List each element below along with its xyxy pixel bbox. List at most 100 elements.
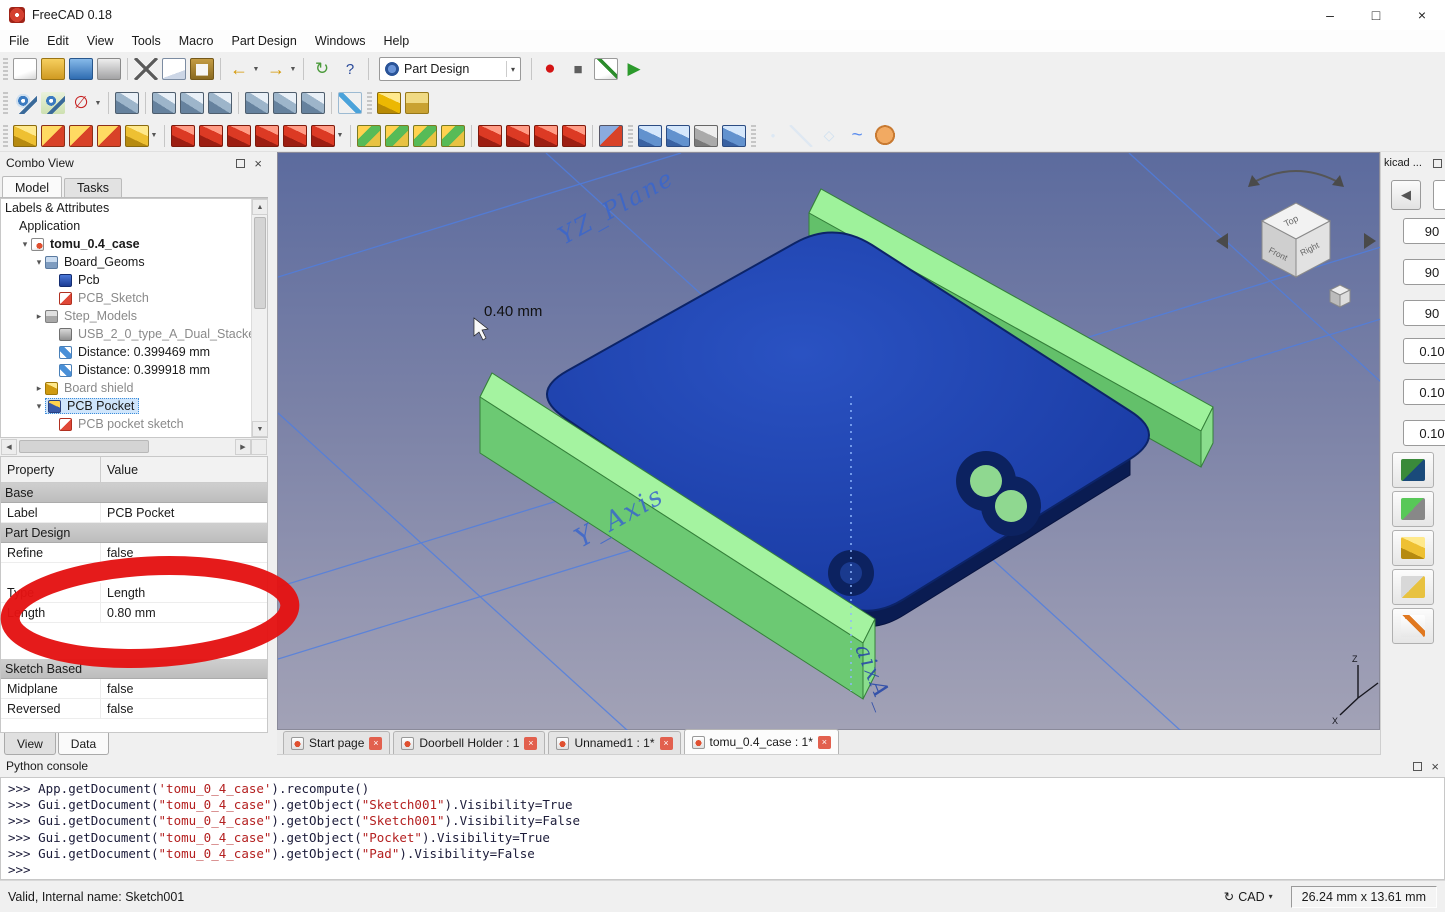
menu-part-design[interactable]: Part Design xyxy=(223,30,306,52)
minimize-button[interactable]: – xyxy=(1307,0,1353,30)
scroll-down-icon[interactable]: ▼ xyxy=(252,421,268,437)
whats-this-button[interactable]: ? xyxy=(338,58,362,80)
macro-stop-button[interactable]: ■ xyxy=(566,58,590,80)
property-group-part-design[interactable]: Part Design xyxy=(1,523,267,543)
tab-model[interactable]: Model xyxy=(2,176,62,197)
scroll-left-icon[interactable]: ◀ xyxy=(1,439,17,455)
measure-distance-button[interactable] xyxy=(338,92,362,114)
property-row-midplane[interactable]: Midplanefalse xyxy=(1,679,267,699)
boolean-operation-button[interactable] xyxy=(599,125,623,147)
polar-pattern-button[interactable] xyxy=(413,125,437,147)
tab-tasks[interactable]: Tasks xyxy=(64,178,122,197)
expander-open-icon[interactable]: ▾ xyxy=(33,401,45,412)
menu-macro[interactable]: Macro xyxy=(170,30,223,52)
undo-button[interactable]: ← xyxy=(227,58,251,80)
doc-tab-tomu-0-4-case-1[interactable]: tomu_0.4_case : 1*× xyxy=(684,729,839,754)
menu-file[interactable]: File xyxy=(0,30,38,52)
tree-item-tomu-0-4-case[interactable]: ▾tomu_0.4_case xyxy=(1,235,267,253)
doc-tab-start-page[interactable]: Start page× xyxy=(283,731,390,754)
chamfer-button[interactable] xyxy=(506,125,530,147)
float-panel-icon[interactable] xyxy=(1433,159,1442,168)
scroll-up-icon[interactable]: ▲ xyxy=(252,199,268,215)
rotate-angle-button-3[interactable]: 90 xyxy=(1403,300,1445,326)
macro-record-button[interactable]: ● xyxy=(538,58,562,80)
thickness-button[interactable] xyxy=(562,125,586,147)
tree-vertical-scrollbar[interactable]: ▲ ▼ xyxy=(251,199,267,437)
doc-tab-unnamed1-1[interactable]: Unnamed1 : 1*× xyxy=(548,731,680,754)
view-front-button[interactable] xyxy=(152,92,176,114)
copy-button[interactable] xyxy=(162,58,186,80)
tree-item-application[interactable]: Application xyxy=(1,217,267,235)
offset-step-field-1[interactable]: 0.10 xyxy=(1403,338,1445,364)
3d-viewport[interactable]: YZ_Plane Y_Axis aixA_ 0.40 mm Top Front … xyxy=(277,152,1380,730)
cut-button[interactable] xyxy=(134,58,158,80)
rotate-angle-button-1[interactable]: 90 xyxy=(1403,218,1445,244)
draw-style-dropdown[interactable]: ▼ xyxy=(92,92,104,114)
view-top-button[interactable] xyxy=(180,92,204,114)
scroll-right-icon[interactable]: ▶ xyxy=(235,439,251,455)
shape-binder-button[interactable] xyxy=(722,125,746,147)
pocket-button[interactable] xyxy=(171,125,195,147)
print-document-button[interactable] xyxy=(97,58,121,80)
property-group-sketch-based[interactable]: Sketch Based xyxy=(1,659,267,679)
edit-sketch-button[interactable] xyxy=(69,125,93,147)
close-panel-icon[interactable]: × xyxy=(254,157,262,170)
pad-button[interactable] xyxy=(125,125,149,147)
float-panel-icon[interactable] xyxy=(236,159,245,168)
forward-button[interactable] xyxy=(1433,180,1445,210)
view-axonometric-button[interactable] xyxy=(115,92,139,114)
scrollbar-thumb[interactable] xyxy=(254,217,266,309)
rotate-angle-button-2[interactable]: 90 xyxy=(1403,259,1445,285)
doc-tab-close-icon[interactable]: × xyxy=(660,737,673,750)
nav-mini-cube[interactable] xyxy=(1330,285,1350,307)
multi-transform-button[interactable] xyxy=(441,125,465,147)
sync-board-tool-button[interactable] xyxy=(1392,452,1434,488)
nav-arrow-left-icon[interactable] xyxy=(1216,233,1228,249)
tree-item-distance-0-399918-mm[interactable]: Distance: 0.399918 mm xyxy=(1,361,267,379)
offset-step-field-3[interactable]: 0.10 xyxy=(1403,420,1445,446)
tab-data[interactable]: Data xyxy=(58,733,109,755)
workbench-selector[interactable]: Part Design▾ xyxy=(379,57,521,81)
undo-dropdown[interactable]: ▼ xyxy=(250,58,262,80)
mirrored-button[interactable] xyxy=(357,125,381,147)
redo-button[interactable]: → xyxy=(264,58,288,80)
tree-item-pcb-pocket-sketch[interactable]: PCB pocket sketch xyxy=(1,415,267,433)
doc-tab-doorbell-holder-1[interactable]: Doorbell Holder : 1× xyxy=(393,731,545,754)
back-button[interactable]: ◀ xyxy=(1391,180,1421,210)
expander-closed-icon[interactable]: ▸ xyxy=(33,383,45,394)
linear-pattern-button[interactable] xyxy=(385,125,409,147)
tree-item-step-models[interactable]: ▸Step_Models xyxy=(1,307,267,325)
tree-item-pcb-sketch[interactable]: PCB_Sketch xyxy=(1,289,267,307)
datum-point-button[interactable] xyxy=(694,125,718,147)
menu-view[interactable]: View xyxy=(78,30,123,52)
draft-button[interactable] xyxy=(534,125,558,147)
property-group-base[interactable]: Base xyxy=(1,483,267,503)
sketch-bspline-button[interactable]: ~ xyxy=(845,125,869,147)
property-row-length[interactable]: Length0.80 mm xyxy=(1,603,267,623)
open-document-button[interactable] xyxy=(41,58,65,80)
sketch-point-button[interactable]: ● xyxy=(761,125,785,147)
tree-item-board-geoms[interactable]: ▾Board_Geoms xyxy=(1,253,267,271)
offset-step-field-2[interactable]: 0.10 xyxy=(1403,379,1445,405)
property-row-type[interactable]: TypeLength xyxy=(1,583,267,603)
pad-tool-button[interactable] xyxy=(1392,530,1434,566)
subtractive-primitive-dropdown[interactable]: ▼ xyxy=(334,125,346,147)
tree-item-distance-0-399469-mm[interactable]: Distance: 0.399469 mm xyxy=(1,343,267,361)
hole-button[interactable] xyxy=(199,125,223,147)
property-row-label[interactable]: LabelPCB Pocket xyxy=(1,503,267,523)
view-left-button[interactable] xyxy=(301,92,325,114)
new-document-button[interactable] xyxy=(13,58,37,80)
close-panel-icon[interactable]: × xyxy=(1431,760,1439,773)
create-sketch-button[interactable] xyxy=(41,125,65,147)
involute-gear-button[interactable] xyxy=(873,125,897,147)
menu-tools[interactable]: Tools xyxy=(123,30,170,52)
subtractive-pipe-button[interactable] xyxy=(283,125,307,147)
tree-item-pcb[interactable]: Pcb xyxy=(1,271,267,289)
tree-horizontal-scrollbar[interactable]: ◀ ▶ xyxy=(1,438,267,455)
create-group-button[interactable] xyxy=(405,92,429,114)
macro-execute-button[interactable]: ▶ xyxy=(622,58,646,80)
expander-open-icon[interactable]: ▾ xyxy=(33,257,45,268)
create-part-button[interactable] xyxy=(377,92,401,114)
tree-item-pcb-pocket[interactable]: ▾PCB Pocket xyxy=(1,397,267,415)
navigation-cube[interactable]: Top Front Right xyxy=(1216,171,1376,307)
